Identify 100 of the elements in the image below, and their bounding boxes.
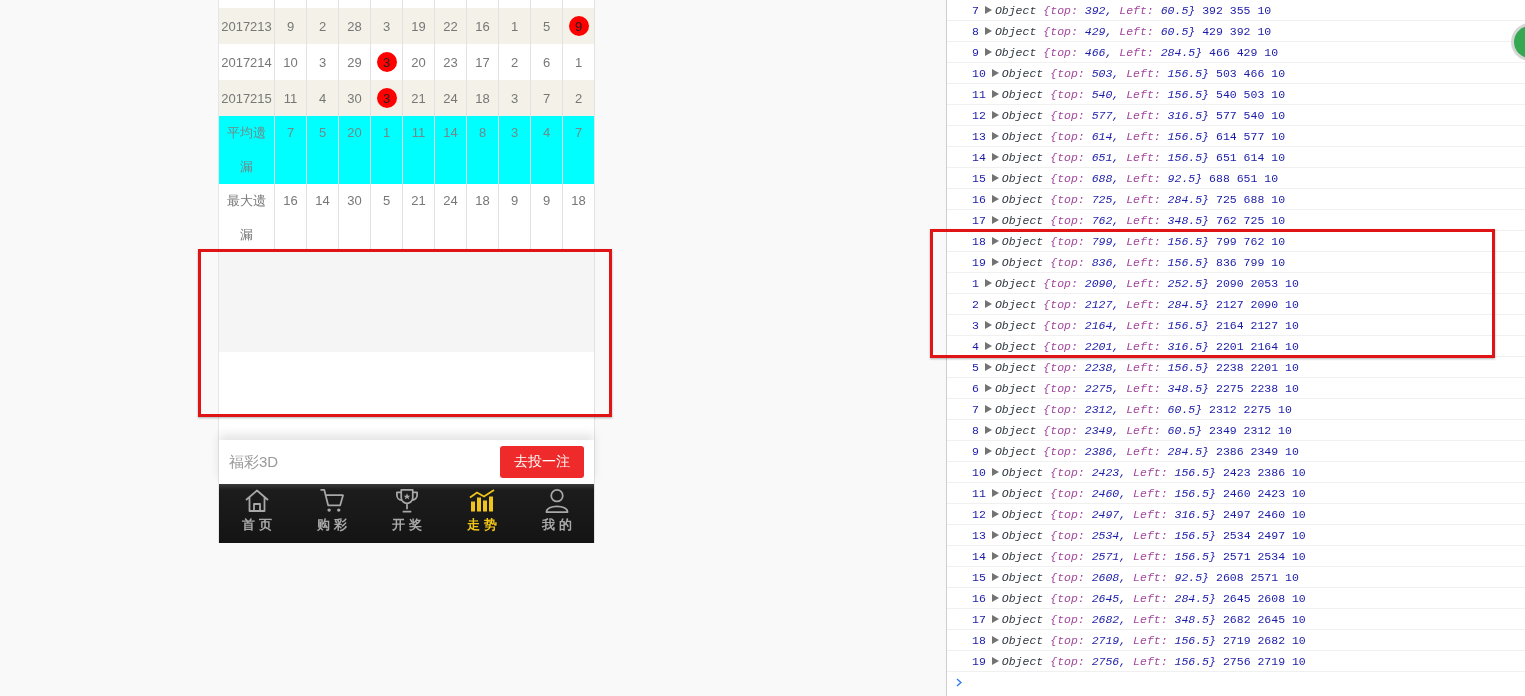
log-index: 19 (972, 654, 986, 668)
object-preview: {top: 2571, Left: 156.5} (1050, 549, 1216, 563)
log-values: 392 355 10 (1202, 3, 1272, 17)
expand-triangle-icon[interactable] (991, 573, 999, 581)
log-values: 836 799 10 (1216, 255, 1286, 269)
object-label: Object (1001, 549, 1044, 563)
trend-chart-icon (468, 488, 495, 513)
nav-tab[interactable]: 我的 (519, 484, 594, 543)
expand-triangle-icon[interactable] (991, 153, 999, 161)
expand-triangle-icon[interactable] (984, 300, 992, 308)
log-values: 540 503 10 (1216, 87, 1286, 101)
expand-triangle-icon[interactable] (984, 27, 992, 35)
object-label: Object (994, 24, 1037, 38)
nav-tab[interactable]: 开奖 (369, 484, 444, 543)
log-index: 11 (972, 486, 986, 500)
object-label: Object (1001, 528, 1044, 542)
object-preview: {top: 614, Left: 156.5} (1050, 129, 1209, 143)
expand-triangle-icon[interactable] (991, 510, 999, 518)
log-values: 2275 2238 10 (1216, 381, 1299, 395)
expand-triangle-icon[interactable] (991, 69, 999, 77)
log-values: 577 540 10 (1216, 108, 1286, 122)
expand-triangle-icon[interactable] (984, 48, 992, 56)
prompt-icon[interactable] (956, 678, 962, 687)
log-values: 2645 2608 10 (1222, 591, 1306, 605)
log-index: 6 (972, 381, 979, 395)
object-preview: {top: 503, Left: 156.5} (1050, 66, 1209, 80)
log-values: 2090 2053 10 (1216, 276, 1299, 290)
object-label: Object (1001, 171, 1044, 185)
expand-triangle-icon[interactable] (984, 363, 992, 371)
expand-triangle-icon[interactable] (984, 321, 992, 329)
log-values: 2201 2164 10 (1216, 339, 1299, 353)
number-ball: 3 (376, 52, 397, 72)
expand-triangle-icon[interactable] (984, 447, 992, 455)
object-label: Object (994, 423, 1037, 437)
nav-tab[interactable]: 首页 (219, 484, 294, 543)
log-index: 3 (972, 318, 979, 332)
nav-tab[interactable]: 购彩 (294, 484, 369, 543)
log-values: 429 392 10 (1202, 24, 1272, 38)
log-values: 2719 2682 10 (1222, 633, 1306, 647)
expand-triangle-icon[interactable] (991, 216, 999, 224)
log-values: 651 614 10 (1216, 150, 1286, 164)
expand-triangle-icon[interactable] (991, 174, 999, 182)
log-index: 10 (972, 465, 986, 479)
expand-triangle-icon[interactable] (984, 384, 992, 392)
object-preview: {top: 2201, Left: 316.5} (1043, 339, 1209, 353)
object-label: Object (1001, 213, 1044, 227)
bet-button[interactable]: 去投一注 (500, 446, 584, 478)
expand-triangle-icon[interactable] (984, 426, 992, 434)
expand-triangle-icon[interactable] (984, 279, 992, 287)
expand-triangle-icon[interactable] (991, 195, 999, 203)
log-index: 1 (972, 276, 979, 290)
log-index: 7 (972, 3, 979, 17)
object-preview: {top: 2312, Left: 60.5} (1043, 402, 1203, 416)
log-values: 2164 2127 10 (1216, 318, 1299, 332)
object-preview: {top: 2497, Left: 316.5} (1050, 507, 1216, 521)
object-label: Object (1001, 234, 1044, 248)
object-preview: {top: 392, Left: 60.5} (1043, 3, 1196, 17)
object-preview: {top: 651, Left: 156.5} (1050, 150, 1209, 164)
nav-tab[interactable]: 走势 (444, 484, 519, 543)
log-index: 16 (972, 192, 986, 206)
expand-triangle-icon[interactable] (991, 489, 999, 497)
object-label: Object (1001, 192, 1044, 206)
log-values: 2423 2386 10 (1222, 465, 1306, 479)
trophy-icon (393, 488, 420, 513)
expand-triangle-icon[interactable] (991, 111, 999, 119)
expand-triangle-icon[interactable] (991, 594, 999, 602)
expand-triangle-icon[interactable] (984, 342, 992, 350)
expand-triangle-icon[interactable] (991, 636, 999, 644)
expand-triangle-icon[interactable] (991, 90, 999, 98)
log-index: 10 (972, 66, 986, 80)
number-ball: 3 (376, 88, 397, 108)
log-index: 14 (972, 150, 986, 164)
expand-triangle-icon[interactable] (991, 468, 999, 476)
expand-triangle-icon[interactable] (991, 258, 999, 266)
expand-triangle-icon[interactable] (991, 132, 999, 140)
object-label: Object (1001, 507, 1044, 521)
object-label: Object (1001, 150, 1044, 164)
expand-triangle-icon[interactable] (991, 237, 999, 245)
expand-triangle-icon[interactable] (991, 657, 999, 665)
log-index: 17 (972, 213, 986, 227)
log-values: 799 762 10 (1216, 234, 1286, 248)
expand-triangle-icon[interactable] (991, 615, 999, 623)
person-icon (543, 488, 570, 513)
object-preview: {top: 836, Left: 156.5} (1050, 255, 1209, 269)
log-index: 2 (972, 297, 979, 311)
object-label: Object (994, 3, 1037, 17)
object-label: Object (1001, 486, 1044, 500)
expand-triangle-icon[interactable] (991, 531, 999, 539)
log-values: 2497 2460 10 (1222, 507, 1306, 521)
object-label: Object (994, 339, 1037, 353)
expand-triangle-icon[interactable] (984, 405, 992, 413)
expand-triangle-icon[interactable] (984, 6, 992, 14)
log-index: 18 (972, 633, 986, 647)
log-index: 19 (972, 255, 986, 269)
lottery-name: 福彩3D (229, 452, 279, 472)
expand-triangle-icon[interactable] (991, 552, 999, 560)
log-values: 2682 2645 10 (1222, 612, 1306, 626)
object-preview: {top: 2756, Left: 156.5} (1050, 654, 1216, 668)
object-label: Object (994, 297, 1037, 311)
object-preview: {top: 540, Left: 156.5} (1050, 87, 1209, 101)
